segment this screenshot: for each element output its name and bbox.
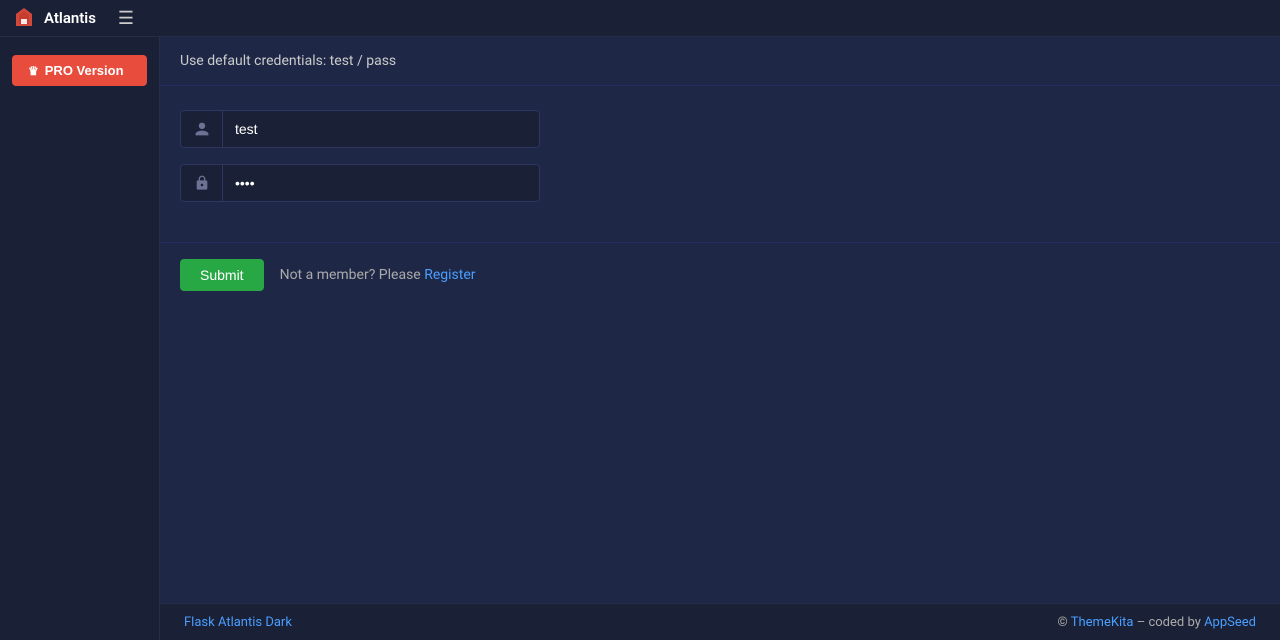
pro-version-label: PRO Version	[45, 63, 124, 78]
password-input[interactable]	[223, 165, 539, 201]
username-group	[180, 110, 540, 148]
pro-version-button[interactable]: ♛ PRO Version	[12, 55, 147, 86]
brand-name: Atlantis	[44, 9, 96, 27]
login-card: Use default credentials: test / pass	[160, 37, 1280, 307]
form-actions: Submit Not a member? Please Register	[160, 242, 1280, 307]
appseed-link[interactable]: AppSeed	[1204, 615, 1256, 630]
sidebar: ♛ PRO Version	[0, 37, 160, 640]
brand-logo-icon	[12, 6, 36, 30]
main-layout: ♛ PRO Version Use default credentials: t…	[0, 37, 1280, 640]
sidebar-toggle-button[interactable]: ☰	[112, 6, 140, 31]
register-prompt: Not a member? Please Register	[280, 267, 476, 283]
crown-icon: ♛	[28, 64, 39, 78]
submit-button[interactable]: Submit	[180, 259, 264, 291]
themekita-link[interactable]: ThemeKita	[1071, 615, 1134, 630]
username-input[interactable]	[223, 111, 539, 147]
footer-right: © ThemeKita – coded by AppSeed	[1058, 615, 1256, 630]
flask-atlantis-link[interactable]: Flask Atlantis Dark	[184, 615, 292, 630]
footer-left: Flask Atlantis Dark	[184, 614, 292, 630]
main-content: Use default credentials: test / pass	[160, 37, 1280, 603]
login-form	[160, 86, 1280, 242]
navbar: Atlantis ☰	[0, 0, 1280, 37]
register-link[interactable]: Register	[424, 267, 475, 283]
footer: Flask Atlantis Dark © ThemeKita – coded …	[160, 603, 1280, 640]
user-icon	[181, 111, 223, 147]
brand-link[interactable]: Atlantis	[12, 6, 96, 30]
lock-icon	[181, 165, 223, 201]
credentials-notice: Use default credentials: test / pass	[160, 37, 1280, 86]
password-group	[180, 164, 540, 202]
